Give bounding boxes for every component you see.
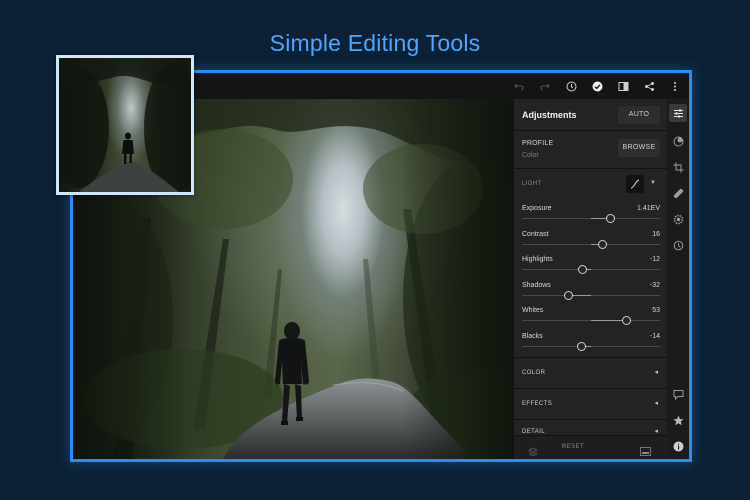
chevron-down-icon[interactable]: ▼ [650, 180, 656, 186]
tool-rail [667, 99, 689, 459]
slider-label: Shadows [522, 281, 551, 289]
chevron-left-icon: ◂ [654, 369, 658, 376]
slider-shadows[interactable]: Shadows -32 [522, 282, 660, 304]
panel-footer: RESET [514, 435, 668, 459]
slider-handle[interactable] [597, 239, 607, 249]
chevron-left-icon: ◂ [654, 400, 658, 407]
slider-track[interactable] [522, 346, 660, 347]
adjustments-icon[interactable] [669, 104, 687, 122]
light-group-header[interactable]: LIGHT ▼ [522, 175, 660, 195]
star-icon[interactable] [671, 413, 685, 427]
slider-value[interactable]: -12 [650, 256, 660, 263]
thumbnail-photo [59, 58, 191, 192]
undo-icon[interactable] [513, 80, 525, 92]
profile-value: Color [522, 152, 539, 159]
slider-handle[interactable] [605, 214, 615, 223]
section-color-label: COLOR [522, 370, 546, 376]
comment-icon[interactable] [671, 387, 685, 401]
slider-track[interactable] [522, 294, 660, 296]
slider-handle[interactable] [622, 316, 632, 326]
slider-handle[interactable] [576, 342, 586, 351]
share-icon[interactable] [643, 80, 655, 92]
section-color[interactable]: COLOR ◂ [514, 357, 668, 388]
slider-value[interactable]: -14 [650, 333, 660, 340]
slider-label: Highlights [522, 256, 553, 264]
reset-button[interactable]: RESET [562, 444, 584, 450]
slider-value[interactable]: 16 [652, 231, 660, 238]
original-thumbnail[interactable] [56, 55, 194, 195]
slider-value[interactable]: 1.41EV [637, 205, 660, 212]
light-label: LIGHT [522, 181, 542, 187]
slider-label: Whites [522, 307, 544, 315]
slider-highlights[interactable]: Highlights -12 [522, 256, 660, 278]
profile-label: PROFILE [522, 140, 554, 147]
color-mix-icon[interactable] [671, 134, 685, 148]
slider-label: Blacks [522, 333, 543, 340]
filmstrip-icon[interactable] [640, 443, 651, 459]
check-icon[interactable] [591, 80, 603, 92]
slider-handle[interactable] [578, 265, 588, 275]
slider-label: Contrast [522, 230, 549, 238]
healing-brush-icon[interactable] [671, 186, 685, 200]
thumbnail-scene [59, 58, 191, 192]
more-icon[interactable] [669, 80, 681, 92]
slider-handle[interactable] [564, 290, 574, 300]
slider-contrast[interactable]: Contrast 16 [522, 231, 660, 253]
browse-button[interactable]: BROWSE [618, 139, 660, 157]
slider-whites[interactable]: Whites 53 [522, 307, 660, 329]
chevron-left-icon: ◂ [654, 428, 658, 435]
section-effects[interactable]: EFFECTS ◂ [514, 388, 668, 419]
slider-label: Exposure [522, 205, 552, 212]
auto-button[interactable]: AUTO [618, 106, 660, 124]
tone-curve-button[interactable] [626, 175, 644, 193]
slider-value[interactable]: 53 [652, 307, 660, 314]
info-icon[interactable] [565, 80, 577, 92]
tone-curve-icon [630, 179, 640, 189]
panel-header: Adjustments AUTO [514, 99, 668, 131]
crop-rotate-icon[interactable] [671, 160, 685, 174]
panel-title: Adjustments [522, 110, 577, 120]
mask-icon[interactable] [671, 212, 685, 226]
headline: Simple Editing Tools [269, 30, 481, 56]
section-detail[interactable]: DETAIL ◂ [514, 419, 668, 435]
slider-track[interactable] [522, 269, 660, 271]
slider-value[interactable]: -32 [650, 282, 660, 289]
section-effects-label: EFFECTS [522, 401, 553, 407]
redo-icon[interactable] [539, 80, 551, 92]
info-icon[interactable] [671, 439, 685, 453]
presets-icon[interactable] [528, 443, 538, 459]
history-icon[interactable] [671, 238, 685, 252]
slider-blacks[interactable]: Blacks -14 [522, 333, 660, 355]
compare-icon[interactable] [617, 80, 629, 92]
slider-exposure[interactable]: Exposure 1.41EV [522, 205, 660, 227]
adjustments-panel: Adjustments AUTO PROFILE Color BROWSE LI… [513, 99, 668, 459]
